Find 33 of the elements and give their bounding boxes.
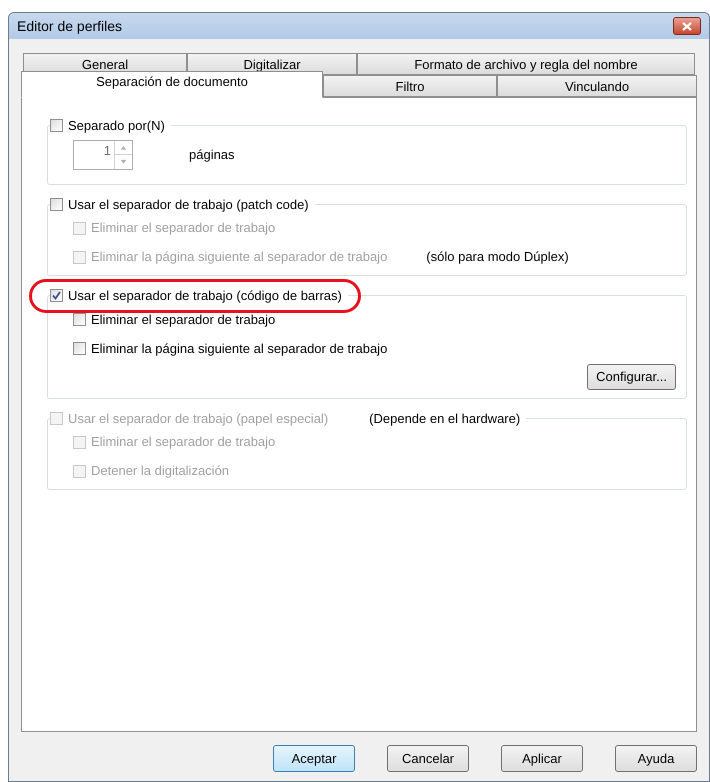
- checkbox-label: Eliminar el separador de trabajo: [91, 433, 276, 452]
- checkbox-label: Eliminar el separador de trabajo: [91, 219, 276, 238]
- checkbox-label: Eliminar la página siguiente al separador de trabajo: [91, 248, 388, 266]
- checkbox[interactable]: [73, 313, 86, 326]
- number-spinner[interactable]: 1: [73, 140, 133, 170]
- spinner-value: 1: [102, 142, 112, 160]
- close-icon: [682, 22, 692, 30]
- tab[interactable]: Formato de archivo y regla del nombre: [357, 53, 695, 75]
- checkmark-icon: [52, 291, 61, 300]
- checkbox[interactable]: [73, 342, 86, 355]
- close-button[interactable]: [673, 17, 701, 35]
- note-text: (sólo para modo Dúplex): [426, 248, 569, 266]
- dialog-button[interactable]: Ayuda: [615, 745, 697, 772]
- dialog-button[interactable]: Cancelar: [387, 745, 469, 772]
- dialog-button[interactable]: Aceptar: [273, 745, 355, 772]
- window-title: Editor de perfiles: [17, 16, 122, 36]
- note-text: (Depende en el hardware): [369, 410, 520, 428]
- checkbox-label: Eliminar el separador de trabajo: [91, 310, 276, 329]
- checkbox[interactable]: [50, 198, 63, 211]
- tab[interactable]: Filtro: [323, 75, 497, 97]
- checkbox[interactable]: [50, 289, 63, 302]
- checkbox-label: Eliminar la página siguiente al separador de trabajo: [91, 340, 388, 358]
- checkbox[interactable]: [50, 119, 63, 132]
- checkbox-label: Usar el separador de trabajo (patch code): [68, 196, 309, 214]
- checkbox-label: Detener la digitalización: [91, 462, 230, 480]
- tab[interactable]: Separación de documento: [21, 71, 323, 98]
- dialog-button[interactable]: Aplicar: [501, 745, 583, 772]
- checkbox-label: Separado por(N): [68, 117, 165, 135]
- checkbox-label: Usar el separador de trabajo (código de barras): [68, 287, 342, 305]
- unit-label: páginas: [189, 146, 235, 164]
- checkbox-label: Usar el separador de trabajo (papel especial): [68, 410, 328, 428]
- configure-button[interactable]: Configurar...: [587, 364, 676, 390]
- tab[interactable]: Vinculando: [497, 75, 697, 97]
